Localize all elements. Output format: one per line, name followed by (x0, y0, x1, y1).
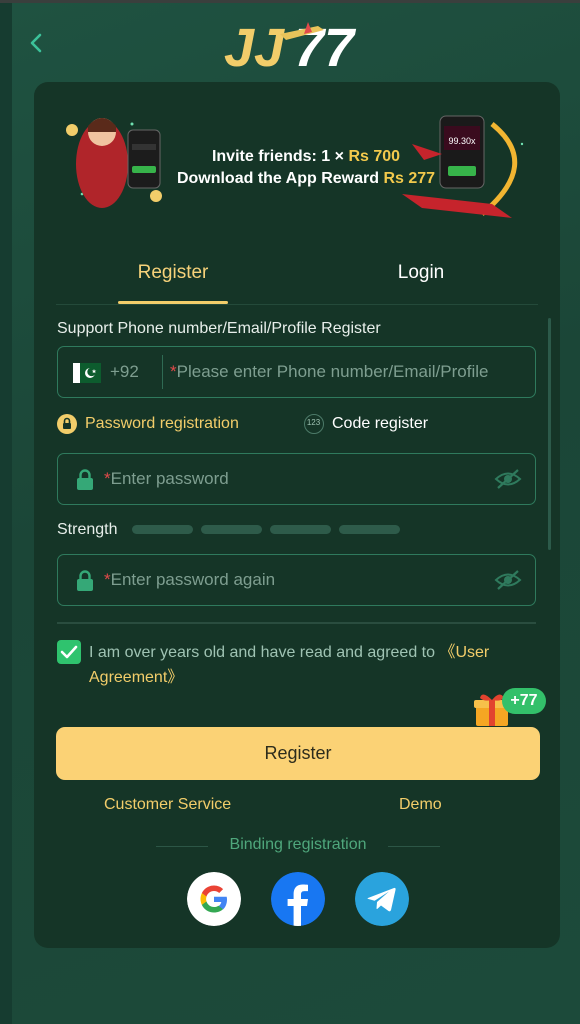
strength-label: Strength (57, 521, 118, 538)
required-mark: * (104, 570, 111, 589)
check-icon (60, 645, 78, 659)
confirm-password-field[interactable]: *Enter password again (57, 554, 536, 606)
background-edge (0, 0, 12, 1024)
banner-amount-1: Rs 700 (348, 148, 401, 165)
password-field[interactable]: *Enter password (57, 453, 536, 505)
eye-off-icon[interactable] (494, 468, 522, 490)
svg-text:99.30x: 99.30x (448, 136, 476, 146)
password-placeholder-text: Enter password (110, 469, 229, 488)
binding-line-left (156, 846, 208, 847)
eye-off-icon[interactable] (494, 569, 522, 591)
required-mark: * (104, 469, 111, 488)
banner-line1: Invite friends: 1 × (211, 148, 349, 165)
pakistan-flag-icon[interactable] (73, 363, 101, 383)
binding-label: Binding registration (229, 836, 367, 853)
divider (57, 622, 536, 624)
agreement-statement: I am over years old and have read and ag… (89, 644, 440, 661)
required-mark: * (170, 362, 177, 381)
google-icon[interactable] (187, 872, 241, 926)
banner-text: Invite friends: 1 × Rs 700 Download the … (166, 146, 446, 190)
demo-link[interactable]: Demo (399, 796, 442, 814)
lock-icon (57, 414, 77, 434)
confirm-placeholder: *Enter password again (104, 570, 275, 590)
chevron-left-icon[interactable] (26, 30, 48, 56)
code-123-icon: 123 (304, 414, 324, 434)
password-placeholder: *Enter password (104, 469, 229, 489)
country-code[interactable]: +92 (110, 362, 139, 382)
tab-login[interactable]: Login (366, 256, 476, 302)
lock-icon (77, 469, 93, 490)
logo: JJ 77 (224, 18, 357, 74)
mode-password-registration[interactable]: Password registration (57, 414, 239, 434)
agreement-checkbox[interactable] (57, 640, 81, 664)
tab-register[interactable]: Register (118, 256, 228, 304)
account-placeholder: *Please enter Phone number/Email/Profile (170, 362, 488, 382)
account-label: Support Phone number/Email/Profile Regis… (57, 320, 381, 337)
code-icon-text: 123 (306, 418, 321, 427)
mode-code-register[interactable]: 123 Code register (304, 414, 428, 434)
agreement-text: I am over years old and have read and ag… (89, 640, 529, 690)
strength-bar-2 (201, 525, 262, 534)
facebook-icon[interactable] (271, 872, 325, 926)
banner-amount-2: Rs 277 (383, 170, 436, 187)
field-divider (162, 355, 163, 389)
mode-password-label: Password registration (85, 415, 239, 432)
account-placeholder-text: Please enter Phone number/Email/Profile (176, 362, 489, 381)
lock-icon (77, 570, 93, 591)
mode-code-label: Code register (332, 415, 429, 432)
scrollbar[interactable] (548, 318, 551, 550)
top-border (0, 0, 580, 3)
confirm-placeholder-text: Enter password again (110, 570, 276, 589)
binding-line-right (388, 846, 440, 847)
account-field[interactable]: +92 *Please enter Phone number/Email/Pro… (57, 346, 536, 398)
strength-bar-3 (270, 525, 331, 534)
reward-badge: +77 (502, 688, 546, 714)
register-button[interactable]: Register (56, 727, 540, 780)
svg-text:JJ: JJ (224, 18, 285, 74)
svg-text:77: 77 (294, 18, 357, 74)
telegram-icon[interactable] (355, 872, 409, 926)
strength-bar-1 (132, 525, 193, 534)
strength-bar-4 (339, 525, 400, 534)
banner-line2: Download the App Reward (176, 170, 384, 187)
auth-tabs: Register Login (56, 256, 538, 305)
customer-service-link[interactable]: Customer Service (104, 796, 231, 814)
